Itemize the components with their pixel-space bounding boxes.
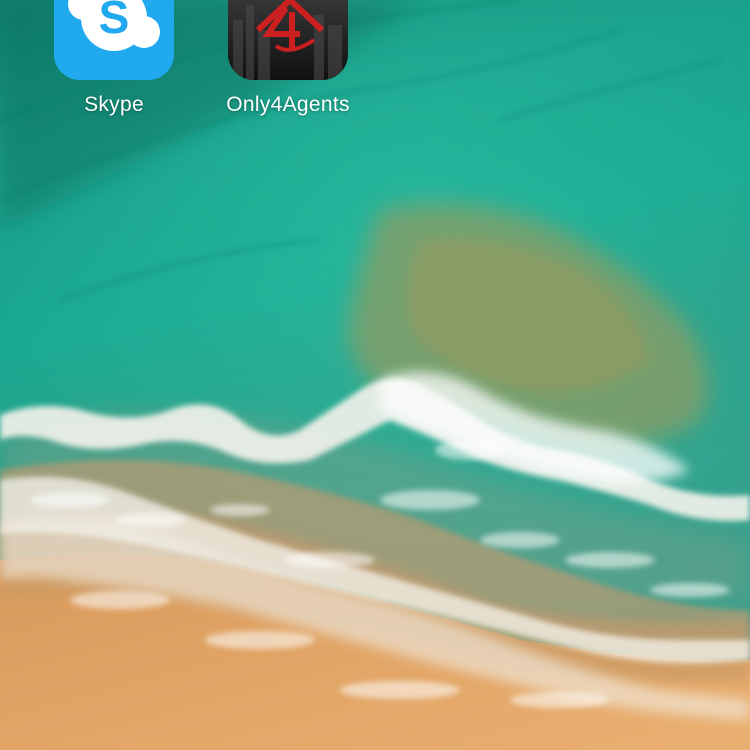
- app-label-skype: Skype: [84, 93, 144, 116]
- only4agents-house-icon[interactable]: [228, 0, 348, 80]
- skype-icon[interactable]: S: [54, 0, 174, 80]
- app-only4agents[interactable]: Only4Agents: [208, 0, 368, 117]
- skype-logo-graphic: S: [54, 0, 174, 80]
- app-skype[interactable]: S Skype: [34, 0, 194, 117]
- svg-text:S: S: [99, 0, 130, 43]
- only4agents-logo-graphic: [228, 0, 348, 80]
- app-label-only4agents: Only4Agents: [226, 93, 350, 116]
